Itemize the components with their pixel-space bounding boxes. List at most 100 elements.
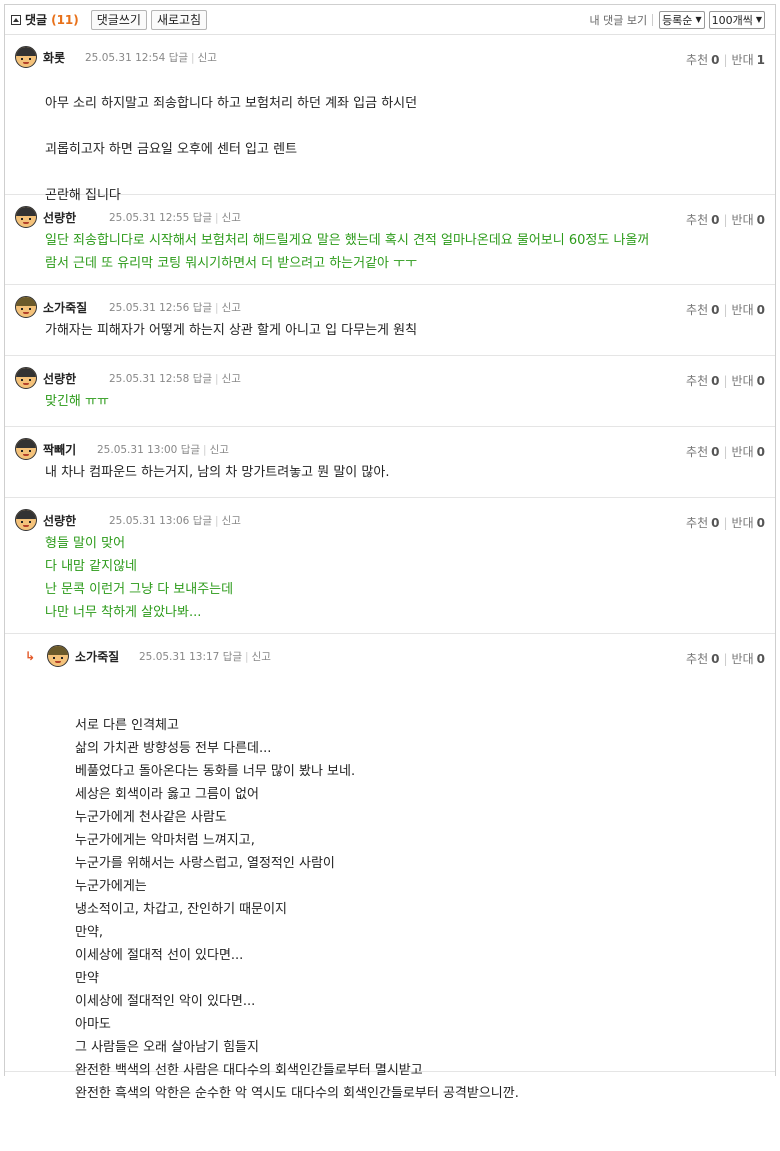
comment-item: 선량한 25.05.31 12:55 답글 | 신고 추천 0 | 반대 0 일단 죄송합니… [5,195,775,285]
report-link[interactable]: 신고 [222,212,241,224]
comment-author[interactable]: 소가죽질 [75,648,119,665]
upvote-count: 0 [711,53,720,67]
avatar [15,438,37,460]
comment-date: 25.05.31 12:58 [109,373,190,385]
reply-link[interactable]: 답글 [193,373,212,385]
comment-body: 일단 죄송합니다로 시작해서 보험처리 해드릴게요 말은 했는데 혹시 견적 얼… [45,233,650,271]
comment-date: 25.05.31 12:54 [85,52,166,64]
comment-date: 25.05.31 12:56 [109,302,190,314]
downvote-button[interactable]: 반대 0 [732,213,765,227]
comment-body: 맞긴해 ㅠㅠ [45,394,109,409]
reply-link[interactable]: 답글 [193,212,212,224]
downvote-button[interactable]: 반대 0 [732,445,765,459]
reply-comment-item: ↳ 소가죽질 25.05.31 13:17 답글 | 신고 추천 0 | 반대 0 서로 다… [5,634,775,1101]
upvote-button[interactable]: 추천 0 [686,652,719,666]
report-link[interactable]: 신고 [222,515,241,527]
upvote-count: 0 [711,303,720,317]
comment-body: 서로 다른 인격체고 삶의 가치관 방향성등 전부 다른데... 베풀었다고 돌아온… [75,718,519,1101]
chevron-down-icon: ▼ [695,15,702,24]
avatar [15,46,37,68]
upvote-button[interactable]: 추천 0 [686,445,719,459]
vote-box: 추천 0 | 반대 1 [686,53,765,67]
my-comments-link[interactable]: 내 댓글 보기 [589,12,647,28]
upvote-count: 0 [711,652,720,666]
comment-body: 아무 소리 하지말고 죄송합니다 하고 보험처리 하던 계좌 입금 하시던 괴롭히… [45,96,418,203]
comment-toolbar: 댓글 (11) 댓글쓰기 새로고침 내 댓글 보기 등록순 ▼ 100개씩 ▼ [5,5,775,35]
comment-title: 댓글 [25,13,48,27]
comment-item: 화롯 25.05.31 12:54 답글 | 신고 추천 0 | 반대 1 아무 소리 하지… [5,35,775,203]
vote-box: 추천 0 | 반대 0 [686,303,765,317]
upvote-button[interactable]: 추천 0 [686,374,719,388]
per-page-select[interactable]: 100개씩 ▼ [708,10,765,29]
downvote-count: 0 [756,652,765,666]
comment-item: 소가죽질 25.05.31 12:56 답글 | 신고 추천 0 | 반대 0 가해자는 피… [5,285,775,356]
comment-meta: 25.05.31 12:54 답글 | 신고 [85,52,217,64]
upvote-count: 0 [711,516,720,530]
comment-date: 25.05.31 12:55 [109,212,190,224]
report-link[interactable]: 신고 [222,373,241,385]
reply-link[interactable]: 답글 [193,515,212,527]
avatar [15,509,37,531]
reply-link[interactable]: 답글 [181,444,200,456]
upvote-button[interactable]: 추천 0 [686,303,719,317]
comment-author[interactable]: 선량한 [43,512,76,529]
downvote-count: 0 [756,445,765,459]
downvote-button[interactable]: 반대 0 [732,303,765,317]
comment-date: 25.05.31 13:17 [139,651,220,663]
report-link[interactable]: 신고 [210,444,229,456]
comment-author[interactable]: 화롯 [43,49,65,66]
downvote-button[interactable]: 반대 0 [732,516,765,530]
upvote-button[interactable]: 추천 0 [686,53,719,67]
reply-link[interactable]: 답글 [193,302,212,314]
downvote-count: 0 [756,374,765,388]
upvote-count: 0 [711,213,720,227]
comment-body: 가해자는 피해자가 어떻게 하는지 상관 할게 아니고 입 다무는게 원칙 [45,323,418,338]
report-link[interactable]: 신고 [198,52,217,64]
avatar [47,645,69,667]
avatar [15,367,37,389]
reply-link[interactable]: 답글 [169,52,188,64]
comment-author[interactable]: 선량한 [43,209,76,226]
comment-meta: 25.05.31 13:06 답글 | 신고 [109,515,241,527]
vote-box: 추천 0 | 반대 0 [686,652,765,666]
report-link[interactable]: 신고 [222,302,241,314]
comment-meta: 25.05.31 12:56 답글 | 신고 [109,302,241,314]
comment-author[interactable]: 선량한 [43,370,76,387]
refresh-button[interactable]: 새로고침 [150,9,208,30]
downvote-button[interactable]: 반대 0 [732,652,765,666]
vote-box: 추천 0 | 반대 0 [686,516,765,530]
write-comment-button[interactable]: 댓글쓰기 [90,9,147,30]
upvote-count: 0 [711,445,720,459]
comment-body: 내 차나 컴파운드 하는거지, 남의 차 망가트려놓고 뭔 말이 많아. [45,465,390,480]
avatar [15,296,37,318]
downvote-button[interactable]: 반대 1 [732,53,765,67]
collapse-icon[interactable] [11,14,21,25]
chevron-down-icon: ▼ [755,15,762,24]
comment-meta: 25.05.31 12:58 답글 | 신고 [109,373,241,385]
comment-section: 댓글 (11) 댓글쓰기 새로고침 내 댓글 보기 등록순 ▼ 100개씩 ▼ 화롯… [4,4,776,1101]
vote-box: 추천 0 | 반대 0 [686,445,765,459]
comment-body: 형들 말이 맞어 다 내맘 같지않네 난 문콕 이런거 그냥 다 보내주는데 나만 너… [45,536,234,620]
reply-arrow-icon: ↳ [25,649,36,663]
sort-select[interactable]: 등록순 ▼ [659,10,705,29]
comment-author[interactable]: 짝빼기 [43,441,76,458]
comment-meta: 25.05.31 12:55 답글 | 신고 [109,212,241,224]
upvote-button[interactable]: 추천 0 [686,213,719,227]
comment-date: 25.05.31 13:00 [97,444,178,456]
upvote-button[interactable]: 추천 0 [686,516,719,530]
comment-meta: 25.05.31 13:00 답글 | 신고 [97,444,229,456]
downvote-count: 0 [756,213,765,227]
comment-item: 선량한 25.05.31 13:06 답글 | 신고 추천 0 | 반대 0 형들 말이 맞… [5,498,775,634]
downvote-count: 0 [756,516,765,530]
downvote-button[interactable]: 반대 0 [732,374,765,388]
avatar [15,206,37,228]
divider [652,13,654,26]
reply-link[interactable]: 답글 [223,651,242,663]
downvote-count: 0 [756,303,765,317]
comment-date: 25.05.31 13:06 [109,515,190,527]
vote-box: 추천 0 | 반대 0 [686,374,765,388]
comment-item: 짝빼기 25.05.31 13:00 답글 | 신고 추천 0 | 반대 0 내 차나 컴파… [5,427,775,498]
comment-item: 선량한 25.05.31 12:58 답글 | 신고 추천 0 | 반대 0 맞긴해 ㅠㅠ [5,356,775,427]
report-link[interactable]: 신고 [252,651,271,663]
comment-author[interactable]: 소가죽질 [43,299,87,316]
